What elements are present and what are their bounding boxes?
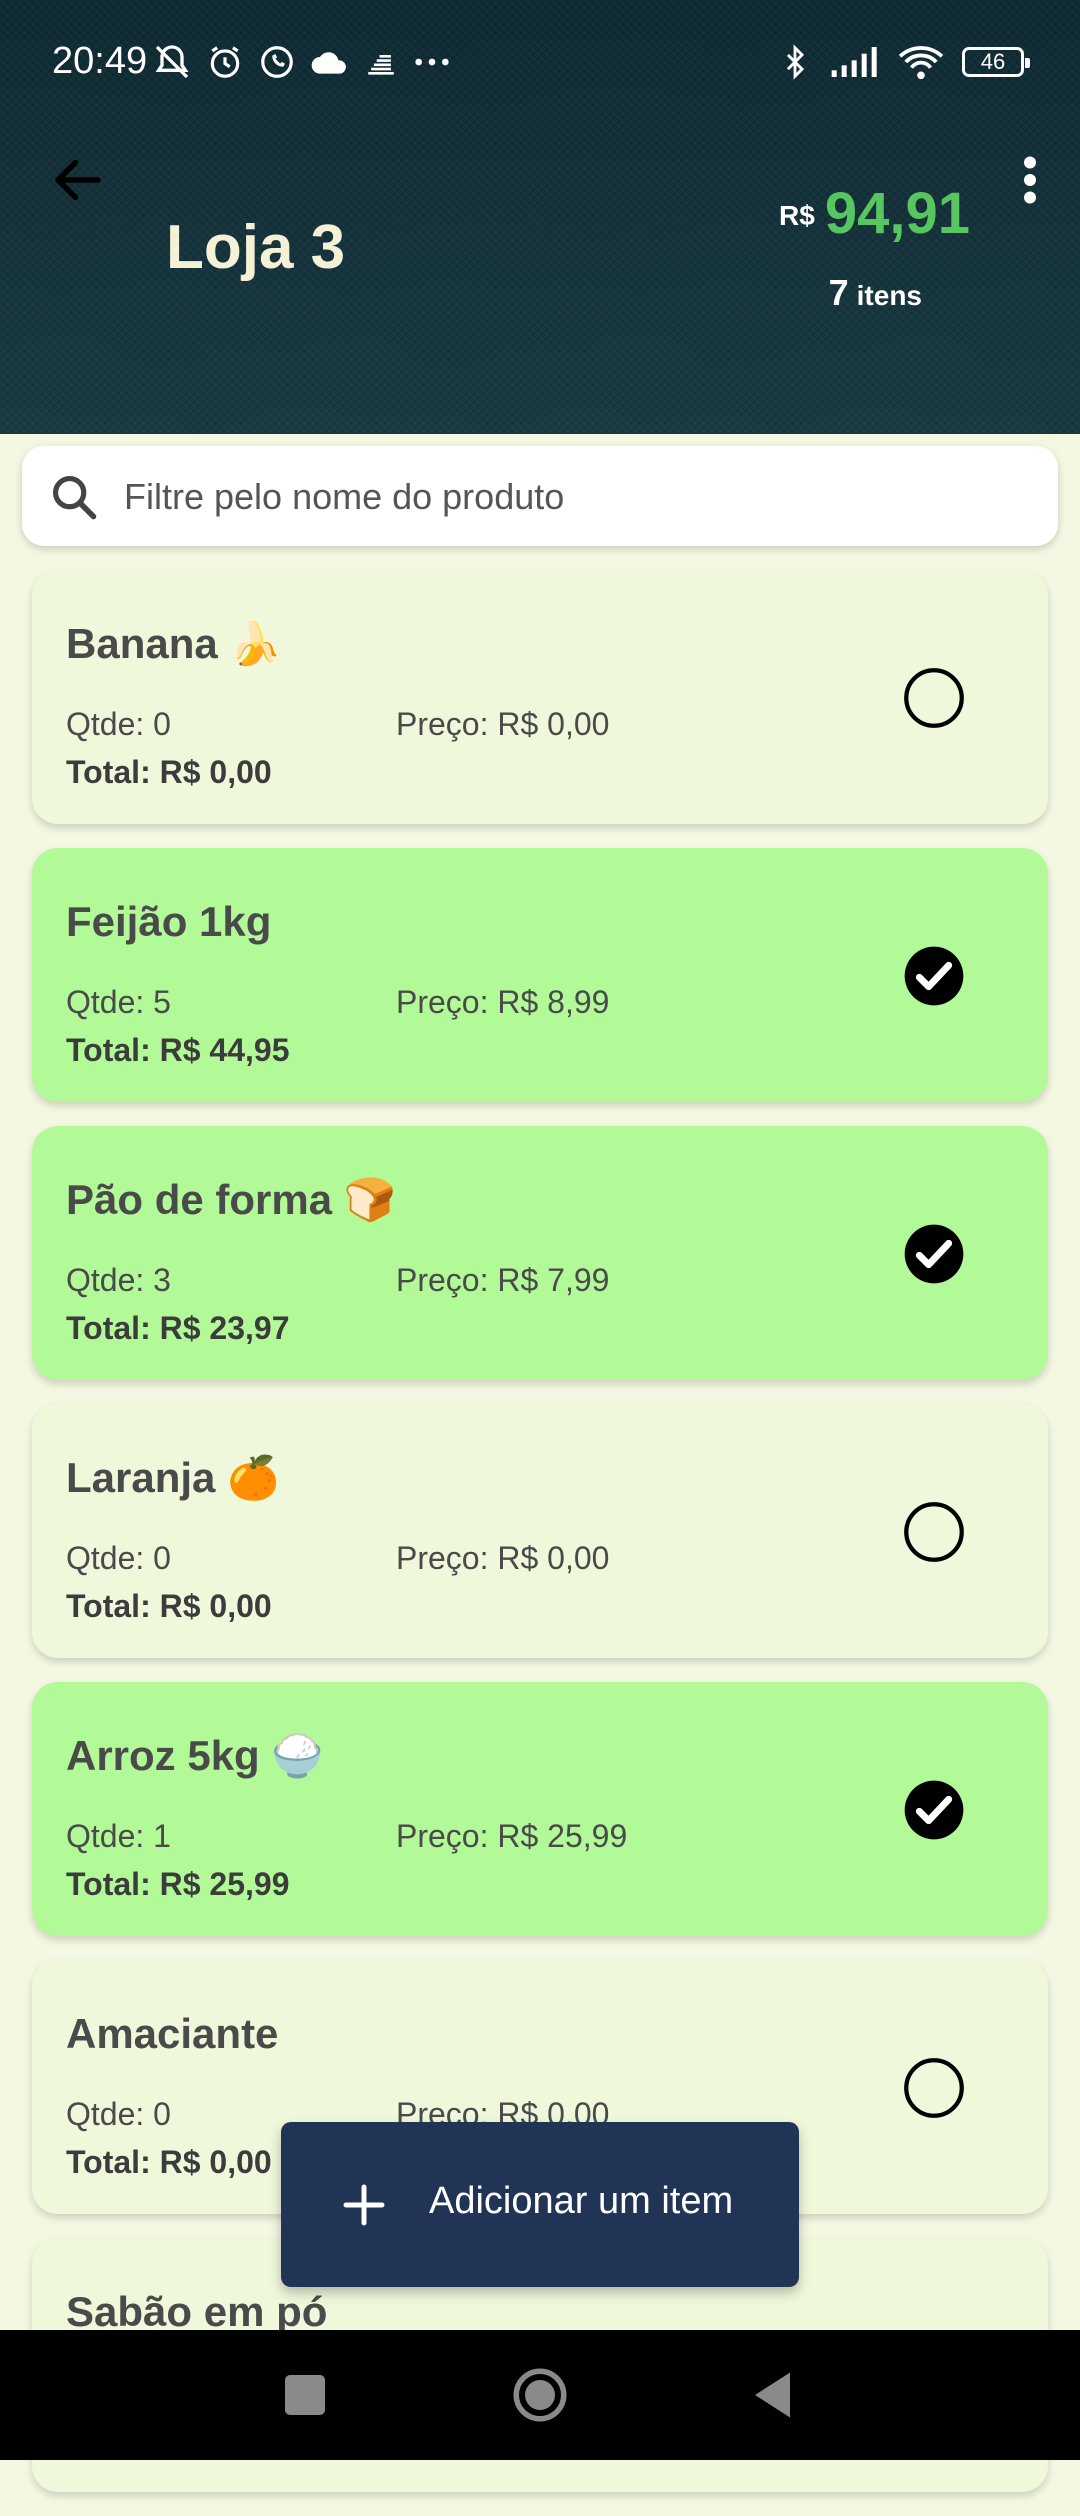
status-bar: 20:49 46 xyxy=(0,0,1080,130)
more-dots-icon xyxy=(415,58,449,66)
mute-icon xyxy=(155,45,189,79)
item-total: Total: R$ 25,99 xyxy=(66,1866,290,1902)
items-count-number: 7 xyxy=(828,272,849,313)
status-left-icons xyxy=(152,42,452,82)
item-total: Total: R$ 0,00 xyxy=(66,754,272,790)
item-quantity: Qtde: 0 xyxy=(66,1540,171,1576)
cloud-icon xyxy=(311,52,346,74)
navigation-bar xyxy=(0,2330,1080,2460)
battery-level: 46 xyxy=(980,49,1006,74)
item-price: Preço: R$ 7,99 xyxy=(396,1262,610,1298)
list-item[interactable]: Pão de forma 🍞 Qtde: 3 Preço: R$ 7,99 To… xyxy=(32,1126,1048,1380)
item-price: Preço: R$ 0,00 xyxy=(396,1540,610,1576)
item-name: Laranja 🍊 xyxy=(66,1454,280,1501)
back-arrow-icon[interactable] xyxy=(48,150,108,210)
whatsapp-icon xyxy=(261,46,293,78)
items-count-label: itens xyxy=(856,280,922,311)
item-total: Total: R$ 23,97 xyxy=(66,1310,290,1346)
search-icon xyxy=(52,475,97,520)
search-box[interactable] xyxy=(22,446,1058,548)
list-item[interactable]: Laranja 🍊 Qtde: 0 Preço: R$ 0,00 Total: … xyxy=(32,1404,1048,1658)
total-value: 94,91 xyxy=(824,181,970,246)
status-right-icons: 46 xyxy=(778,42,1030,82)
item-quantity: Qtde: 1 xyxy=(66,1818,171,1854)
item-name: Sabão em pó xyxy=(66,2288,328,2335)
more-vert-icon[interactable] xyxy=(1000,150,1060,210)
checked-circle-icon[interactable] xyxy=(902,1222,966,1286)
item-quantity: Qtde: 5 xyxy=(66,984,171,1020)
add-item-button[interactable]: Adicionar um item xyxy=(281,2122,799,2287)
item-total: Total: R$ 44,95 xyxy=(66,1032,290,1068)
items-count: 7 itens xyxy=(829,272,922,314)
page-title: Loja 3 xyxy=(166,213,346,282)
recents-square-icon[interactable] xyxy=(275,2365,335,2425)
item-name: Amaciante xyxy=(66,2010,279,2057)
list-item[interactable]: Feijão 1kg Qtde: 5 Preço: R$ 8,99 Total:… xyxy=(32,848,1048,1102)
item-name: Arroz 5kg 🍚 xyxy=(66,1732,324,1779)
add-item-label: Adicionar um item xyxy=(429,2180,734,2222)
home-circle-icon[interactable] xyxy=(510,2365,570,2425)
cell-signal-icon xyxy=(831,47,877,77)
item-price: Preço: R$ 0,00 xyxy=(396,706,610,742)
item-total: Total: R$ 0,00 xyxy=(66,2144,272,2180)
plus-icon xyxy=(343,2184,385,2226)
item-total: Total: R$ 0,00 xyxy=(66,1588,272,1624)
unchecked-circle-icon[interactable] xyxy=(902,666,966,730)
item-price: Preço: R$ 25,99 xyxy=(396,1818,628,1854)
item-name: Pão de forma 🍞 xyxy=(66,1176,397,1223)
checked-circle-icon[interactable] xyxy=(902,1778,966,1842)
item-price: Preço: R$ 8,99 xyxy=(396,984,610,1020)
unchecked-circle-icon[interactable] xyxy=(902,2056,966,2120)
bluetooth-icon xyxy=(786,44,805,80)
item-quantity: Qtde: 3 xyxy=(66,1262,171,1298)
list-item[interactable]: Banana 🍌 Qtde: 0 Preço: R$ 0,00 Total: R… xyxy=(32,570,1048,824)
signal-alt-icon xyxy=(368,55,394,75)
item-name: Banana 🍌 xyxy=(66,620,282,667)
list-item[interactable]: Arroz 5kg 🍚 Qtde: 1 Preço: R$ 25,99 Tota… xyxy=(32,1682,1048,1936)
item-quantity: Qtde: 0 xyxy=(66,2096,171,2132)
back-triangle-icon[interactable] xyxy=(745,2365,805,2425)
item-name: Feijão 1kg xyxy=(66,898,272,945)
list-total: R$ 94,91 xyxy=(779,180,970,247)
battery-icon: 46 xyxy=(962,47,1030,77)
alarm-icon xyxy=(210,46,240,78)
unchecked-circle-icon[interactable] xyxy=(902,1500,966,1564)
currency-label: R$ xyxy=(779,200,815,231)
status-time: 20:49 xyxy=(52,40,148,82)
app-header: 20:49 46 Loja 3 R$ 94,91 7 itens xyxy=(0,0,1080,434)
search-input[interactable] xyxy=(122,446,1026,548)
checked-circle-icon[interactable] xyxy=(902,944,966,1008)
item-quantity: Qtde: 0 xyxy=(66,706,171,742)
wifi-icon xyxy=(898,46,944,80)
